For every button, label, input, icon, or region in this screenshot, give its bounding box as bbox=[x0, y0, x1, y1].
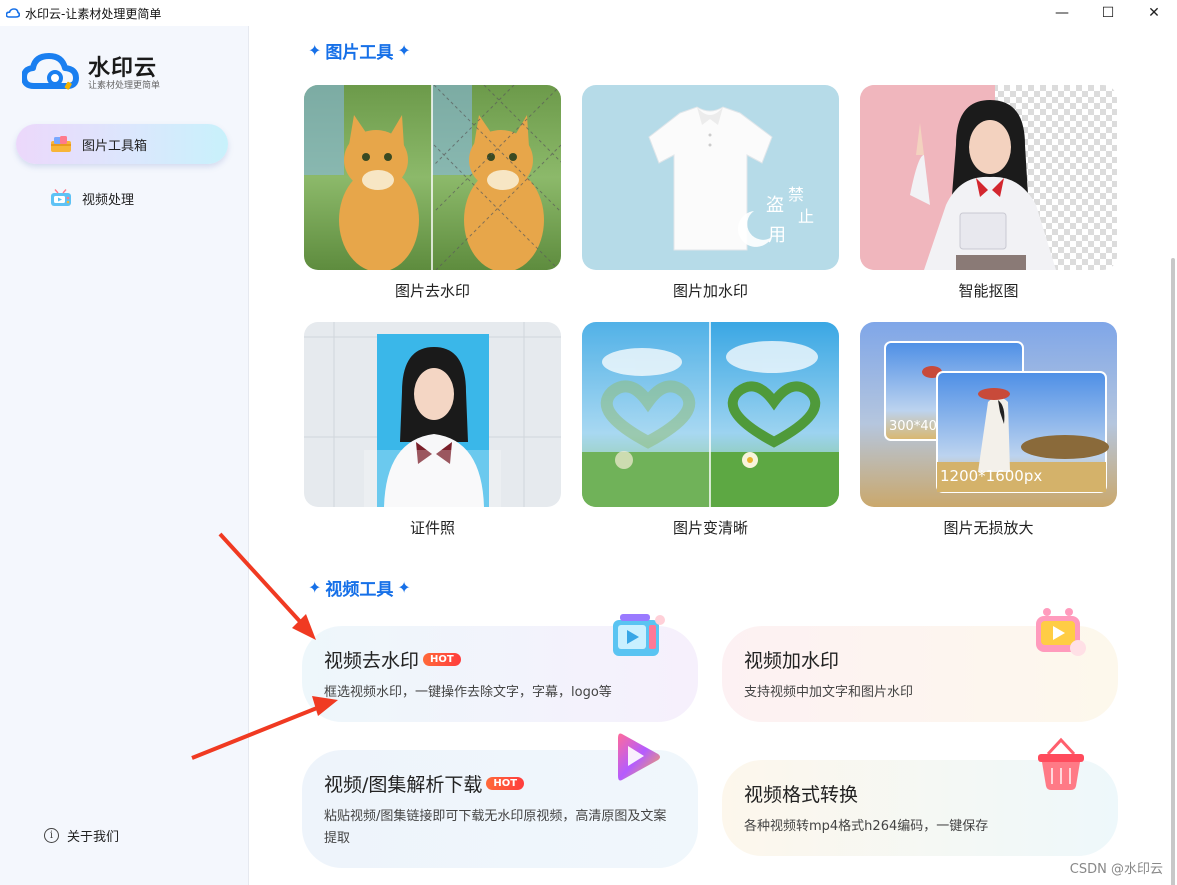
sparkle-icon: ✦ bbox=[397, 578, 411, 597]
video-tv-icon bbox=[613, 614, 665, 656]
card-image-add-watermark[interactable]: 盗 禁 止 用 图片加水印 bbox=[582, 85, 839, 301]
card-label: 智能抠图 bbox=[958, 282, 1019, 300]
watermark-char: 止 bbox=[798, 207, 815, 226]
card-description: 各种视频转mp4格式h264编码，一键保存 bbox=[744, 819, 989, 834]
card-description: 粘贴视频/图集链接即可下载无水印原视频，高清原图及文案提取 bbox=[324, 809, 667, 846]
large-size-label: 1200*1600px bbox=[940, 467, 1043, 485]
video-tv-icon bbox=[50, 189, 72, 207]
card-video-add-watermark[interactable]: 视频加水印 支持视频中加文字和图片水印 bbox=[722, 608, 1118, 722]
hot-badge: HOT bbox=[423, 653, 461, 666]
image-tools-heading: ✦ 图片工具 ✦ bbox=[304, 38, 415, 63]
card-video-parse-download[interactable]: 视频/图集解析下载 HOT 粘贴视频/图集链接即可下载无水印原视频，高清原图及文… bbox=[302, 733, 698, 868]
info-icon: i bbox=[44, 828, 59, 843]
window-title: 水印云-让素材处理更简单 bbox=[25, 6, 162, 21]
heart-photo-thumbnail bbox=[582, 322, 839, 507]
watermark-char: 用 bbox=[768, 225, 786, 246]
about-us-label: 关于我们 bbox=[67, 830, 120, 845]
hot-badge: HOT bbox=[486, 777, 525, 790]
title-bar: 水印云-让素材处理更简单 — ☐ ✕ bbox=[0, 0, 1177, 26]
app-window: 水印云-让素材处理更简单 — ☐ ✕ 水印云 让素材处理更简单 图片工具箱 视频… bbox=[0, 0, 1177, 885]
sparkle-icon: ✦ bbox=[397, 41, 411, 60]
portrait-cutout-thumbnail bbox=[860, 85, 1117, 270]
sparkle-icon: ✦ bbox=[308, 578, 322, 597]
card-video-format-convert[interactable]: 视频格式转换 各种视频转mp4格式h264编码，一键保存 bbox=[722, 737, 1118, 856]
card-video-remove-watermark[interactable]: 视频去水印 HOT 框选视频水印，一键操作去除文字，字幕，logo等 bbox=[302, 614, 698, 722]
card-title: 视频去水印 bbox=[324, 650, 420, 672]
card-title: 视频格式转换 bbox=[744, 784, 859, 806]
small-size-label: 300*40 bbox=[889, 419, 937, 434]
card-image-remove-watermark[interactable]: 图片去水印 bbox=[304, 85, 561, 301]
basket-icon bbox=[1038, 737, 1084, 790]
vertical-scrollbar[interactable] bbox=[1171, 258, 1175, 885]
cat-photo-thumbnail bbox=[304, 85, 561, 270]
section-title: 图片工具 bbox=[325, 43, 394, 63]
card-label: 图片无损放大 bbox=[943, 519, 1034, 537]
card-description: 支持视频中加文字和图片水印 bbox=[744, 685, 914, 700]
video-tools-heading: ✦ 视频工具 ✦ bbox=[304, 575, 415, 600]
card-title: 视频加水印 bbox=[744, 650, 840, 672]
watermark-char: 盗 bbox=[766, 195, 784, 216]
watermark-char: 禁 bbox=[788, 185, 805, 204]
sidebar-item-label: 图片工具箱 bbox=[82, 138, 148, 154]
upscale-photo-thumbnail: 300*40 1200*1600px bbox=[860, 322, 1117, 507]
card-description: 框选视频水印，一键操作去除文字，字幕，logo等 bbox=[324, 685, 612, 700]
card-image-upscale[interactable]: 300*40 1200*1600px 图片无损放大 bbox=[860, 322, 1117, 538]
play-logo-icon bbox=[618, 733, 660, 781]
toolbox-icon bbox=[50, 135, 72, 153]
about-us-link[interactable]: i 关于我们 bbox=[44, 826, 119, 845]
maximize-button[interactable]: ☐ bbox=[1085, 0, 1131, 26]
csdn-watermark: CSDN @水印云 bbox=[1069, 862, 1163, 877]
logo: 水印云 让素材处理更简单 bbox=[22, 48, 160, 92]
logo-tagline: 让素材处理更简单 bbox=[88, 81, 161, 91]
sidebar-item-image-toolbox[interactable]: 图片工具箱 bbox=[16, 124, 228, 164]
video-tv-icon bbox=[1036, 608, 1086, 656]
logo-cloud-icon bbox=[22, 53, 79, 90]
card-id-photo[interactable]: 证件照 bbox=[304, 322, 561, 538]
card-label: 图片加水印 bbox=[672, 282, 748, 300]
sidebar-item-label: 视频处理 bbox=[82, 192, 135, 208]
main-content: ✦ 图片工具 ✦ 图片去水印 盗 禁 止 用 图片加水印 智能抠图 证件照 图片… bbox=[250, 26, 1177, 885]
id-photo-thumbnail bbox=[304, 322, 561, 507]
minimize-button[interactable]: — bbox=[1039, 0, 1085, 26]
sidebar: 水印云 让素材处理更简单 图片工具箱 视频处理 i 关于我们 bbox=[0, 26, 249, 885]
shirt-photo-thumbnail: 盗 禁 止 用 bbox=[582, 85, 839, 270]
card-image-enhance[interactable]: 图片变清晰 bbox=[582, 322, 839, 538]
sidebar-item-video-processing[interactable]: 视频处理 bbox=[16, 178, 228, 218]
card-title: 视频/图集解析下载 bbox=[324, 774, 483, 796]
sparkle-icon: ✦ bbox=[308, 41, 322, 60]
card-label: 图片变清晰 bbox=[672, 519, 748, 537]
card-label: 图片去水印 bbox=[394, 282, 470, 300]
card-smart-cutout[interactable]: 智能抠图 bbox=[860, 85, 1117, 301]
section-title: 视频工具 bbox=[325, 580, 394, 600]
close-button[interactable]: ✕ bbox=[1131, 0, 1177, 26]
app-cloud-icon bbox=[6, 8, 20, 18]
card-label: 证件照 bbox=[409, 519, 455, 537]
